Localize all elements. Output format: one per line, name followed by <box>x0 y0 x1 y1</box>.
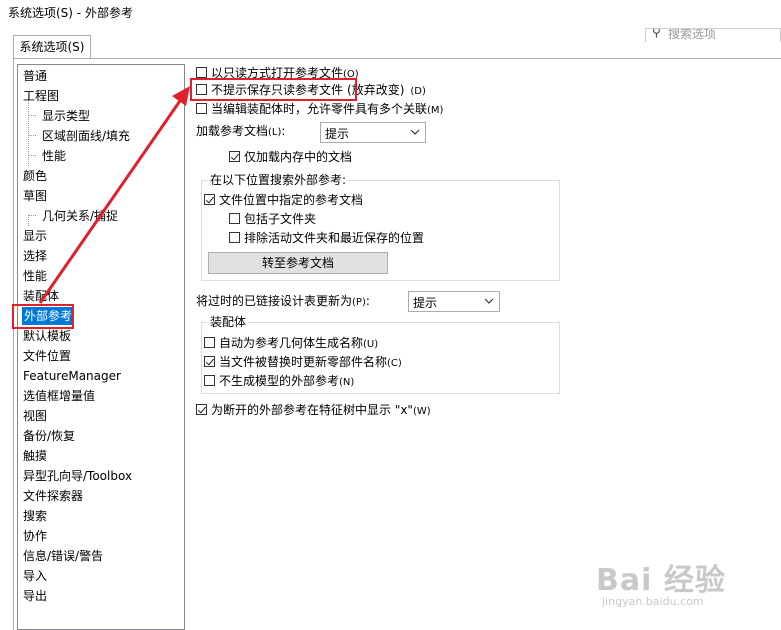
watermark: Bai 经验 jingyan.baidu.com <box>596 555 776 615</box>
show-x-label: 为断开的外部参考在特征树中显示 "x" <box>211 403 413 417</box>
tree-item-spin-box-increments[interactable]: 选值框增量值 <box>23 387 95 405</box>
auto-name-label: 自动为参考几何体生成名称 <box>219 336 364 350</box>
options-tree[interactable]: 普通 工程图 显示类型 区域剖面线/填充 性能 颜色 草图 几何关系/捕捉 显示… <box>17 64 185 630</box>
shortcut-label: (U) <box>363 339 379 350</box>
exclude-active-checkbox[interactable] <box>229 232 240 243</box>
load-refs-text: 加载参考文档 <box>196 124 269 138</box>
tree-item-hole-wizard-toolbox[interactable]: 异型孔向导/Toolbox <box>23 467 132 485</box>
shortcut-label: (N) <box>339 377 355 388</box>
multi-context-label: 当编辑装配体时，允许零件具有多个关联 <box>211 102 428 116</box>
assembly-group-title: 装配体 <box>208 315 249 329</box>
load-in-memory-label: 仅加载内存中的文档 <box>244 150 353 164</box>
tree-item-touch[interactable]: 触摸 <box>23 447 47 465</box>
tree-item-featuremanager[interactable]: FeatureManager <box>23 367 121 385</box>
tree-item-import[interactable]: 导入 <box>23 567 47 585</box>
tab-strip: 系统选项(S) ⚲ 搜索选项 <box>0 26 781 60</box>
load-in-memory-checkbox[interactable] <box>229 151 240 162</box>
tree-item-search[interactable]: 搜索 <box>23 507 47 525</box>
chevron-down-icon <box>410 129 420 135</box>
open-readonly-checkbox[interactable] <box>196 67 207 78</box>
exclude-active-label: 排除活动文件夹和最近保存的位置 <box>244 231 425 245</box>
tree-item-display-style[interactable]: 显示类型 <box>42 107 90 125</box>
no-model-refs-label: 不生成模型的外部参考 <box>219 374 340 388</box>
show-x-checkbox[interactable] <box>196 404 207 415</box>
tree-item-file-explorer[interactable]: 文件探索器 <box>23 487 83 505</box>
colon-label: : <box>365 294 370 308</box>
watermark-url: jingyan.baidu.com <box>602 595 704 608</box>
tree-item-backup-recover[interactable]: 备份/恢复 <box>23 427 75 445</box>
colon-label: : <box>281 124 286 138</box>
shortcut-label: (W) <box>412 406 431 417</box>
chevron-down-icon <box>484 298 494 304</box>
load-refs-dropdown[interactable]: 提示 <box>320 122 426 143</box>
tree-item-performance[interactable]: 性能 <box>23 267 47 285</box>
tree-item-default-templates[interactable]: 默认模板 <box>23 327 71 345</box>
update-design-table-text: 将过时的已链接设计表更新为 <box>196 294 353 308</box>
tree-connector <box>28 155 36 156</box>
search-placeholder: 搜索选项 <box>668 28 717 41</box>
search-locations-title: 在以下位置搜索外部参考: <box>208 173 349 187</box>
tree-item-general[interactable]: 普通 <box>23 67 47 85</box>
update-names-checkbox[interactable] <box>204 356 215 367</box>
annotation-highlight-option <box>190 78 357 101</box>
update-design-table-label: 将过时的已链接设计表更新为(P): <box>196 293 370 311</box>
tree-item-view[interactable]: 视图 <box>23 407 47 425</box>
shortcut-label: (L) <box>268 127 282 138</box>
tree-item-export[interactable]: 导出 <box>23 587 47 605</box>
tree-item-area-hatch[interactable]: 区域剖面线/填充 <box>42 127 130 145</box>
title-bar: 系统选项(S) - 外部参考 <box>0 0 781 26</box>
update-design-table-value: 提示 <box>413 296 438 310</box>
window-title: 系统选项(S) - 外部参考 <box>8 6 133 20</box>
shortcut-label: (P) <box>352 297 366 308</box>
tree-item-collaboration[interactable]: 协作 <box>23 527 47 545</box>
include-subfolders-label: 包括子文件夹 <box>244 212 317 226</box>
tree-connector <box>28 135 36 136</box>
shortcut-label: (C) <box>387 358 402 369</box>
tree-connector <box>28 215 29 226</box>
tree-item-selection[interactable]: 选择 <box>23 247 47 265</box>
file-locations-checkbox[interactable] <box>204 194 215 205</box>
no-model-refs-checkbox[interactable] <box>204 375 215 386</box>
tree-connector <box>28 115 36 116</box>
load-refs-value: 提示 <box>325 127 350 141</box>
tree-item-drawings[interactable]: 工程图 <box>23 87 59 105</box>
tree-item-sketch[interactable]: 草图 <box>23 187 47 205</box>
search-icon: ⚲ <box>652 28 661 39</box>
multi-context-checkbox[interactable] <box>196 103 207 114</box>
include-subfolders-checkbox[interactable] <box>229 213 240 224</box>
update-names-label: 当文件被替换时更新零部件名称 <box>219 355 388 369</box>
auto-name-checkbox[interactable] <box>204 337 215 348</box>
file-locations-label: 文件位置中指定的参考文档 <box>219 193 364 207</box>
tree-item-messages-errors-warnings[interactable]: 信息/错误/警告 <box>23 547 103 565</box>
shortcut-label: (M) <box>427 105 444 116</box>
load-refs-label: 加载参考文档(L): <box>196 123 285 141</box>
tab-system-options[interactable]: 系统选项(S) <box>13 35 91 60</box>
tree-item-relations-snaps[interactable]: 几何关系/捕捉 <box>42 207 118 225</box>
update-design-table-dropdown[interactable]: 提示 <box>408 291 500 312</box>
annotation-highlight-tree-item <box>12 304 74 329</box>
shortcut-label: (D) <box>410 86 426 97</box>
tree-item-drawing-performance[interactable]: 性能 <box>42 147 66 165</box>
tree-item-colors[interactable]: 颜色 <box>23 167 47 185</box>
tree-item-display[interactable]: 显示 <box>23 227 47 245</box>
goto-reference-button[interactable]: 转至参考文档 <box>208 252 388 274</box>
search-box[interactable]: ⚲ 搜索选项 <box>645 28 781 42</box>
tree-item-file-locations[interactable]: 文件位置 <box>23 347 71 365</box>
watermark-logo: Bai 经验 <box>596 563 726 598</box>
tree-item-assemblies[interactable]: 装配体 <box>23 287 59 305</box>
tree-connector <box>28 215 36 216</box>
